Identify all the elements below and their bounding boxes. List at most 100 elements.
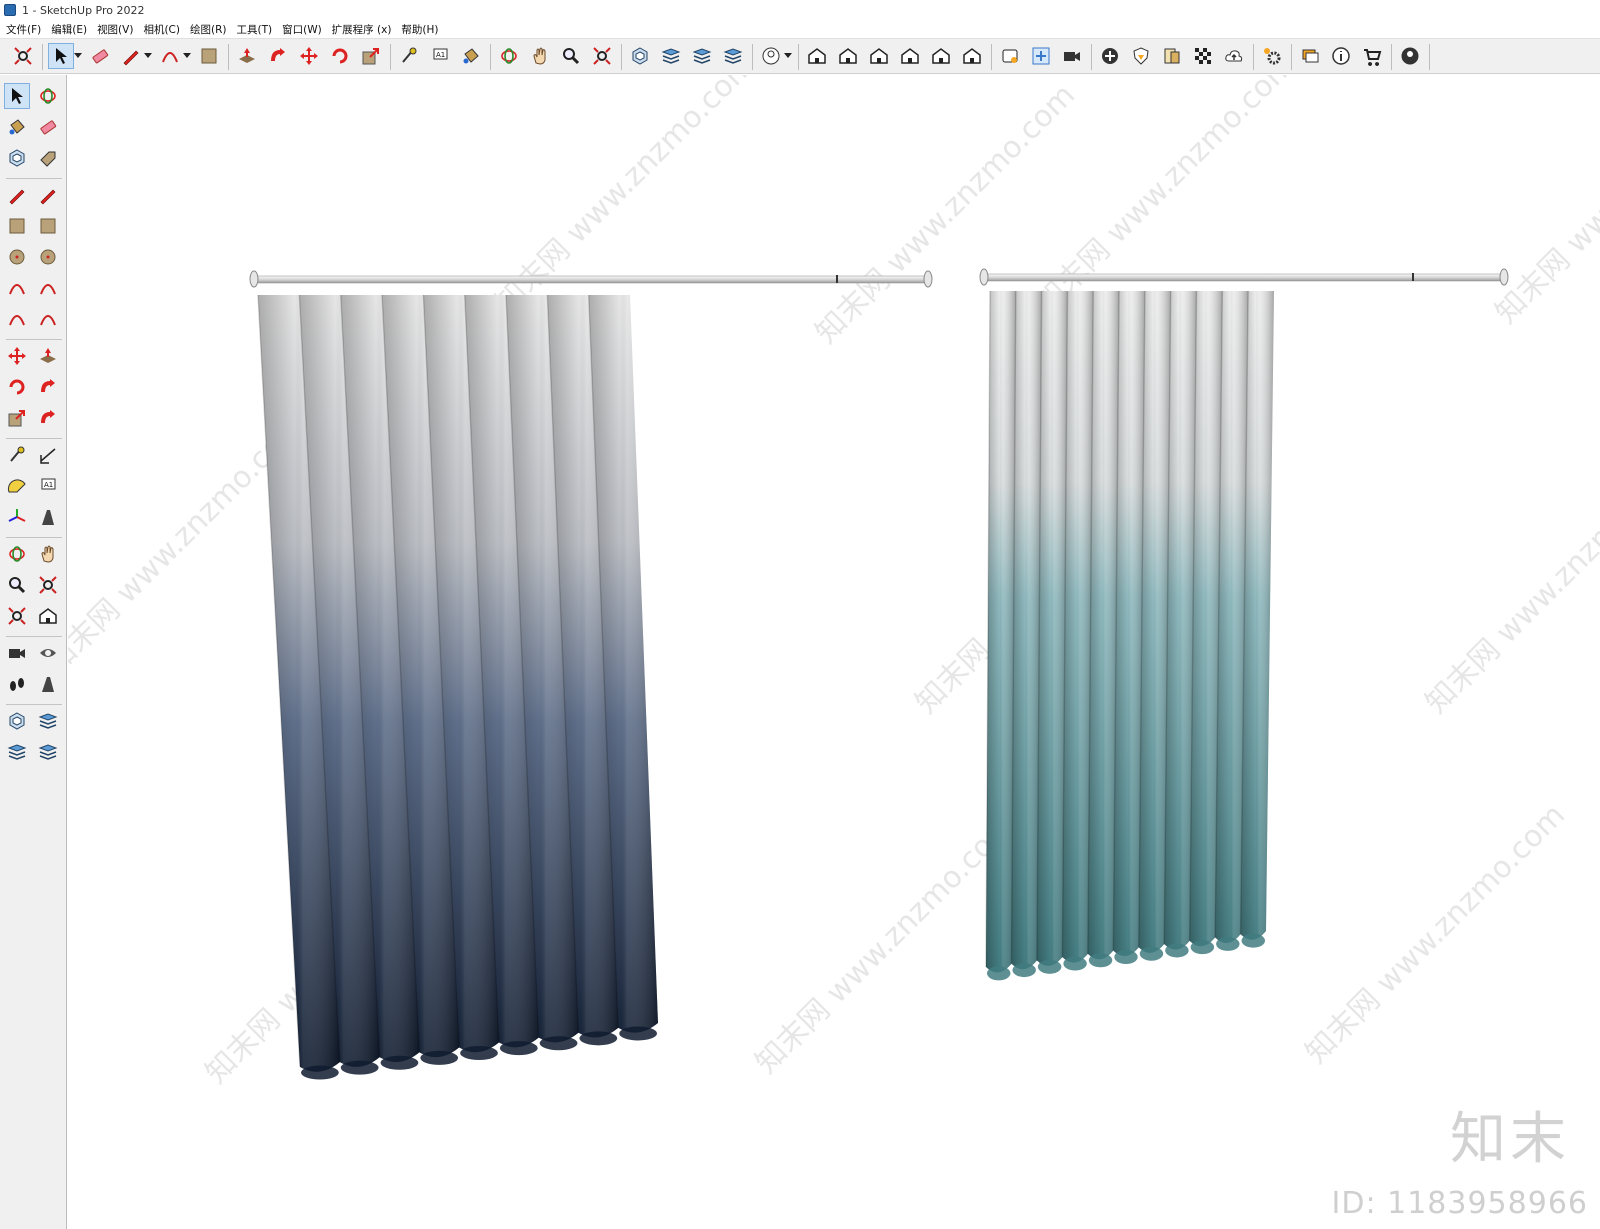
dropdown-arrow-icon[interactable] <box>183 53 191 58</box>
toolbar-pan-button[interactable] <box>527 43 553 69</box>
left-toolbar-zoom-window-button[interactable] <box>35 572 61 598</box>
left-toolbar-circle-button[interactable] <box>4 244 30 270</box>
toolbar-cart-button[interactable] <box>1359 43 1385 69</box>
toolbar-zoom-button[interactable] <box>558 43 584 69</box>
left-toolbar-axes-button[interactable] <box>4 504 30 530</box>
toolbar-tags-button[interactable] <box>720 43 746 69</box>
toolbar-front-view-button[interactable] <box>866 43 892 69</box>
toolbar-warehouse-button[interactable] <box>997 43 1023 69</box>
left-toolbar-eraser-button[interactable] <box>35 114 61 140</box>
left-toolbar-layer-stack-button[interactable] <box>4 739 30 765</box>
left-toolbar-protractor-button[interactable] <box>4 473 30 499</box>
left-toolbar-sandbox-button[interactable] <box>4 708 30 734</box>
toolbar-account-button[interactable] <box>1397 43 1423 69</box>
left-toolbar-text-button[interactable]: A1 <box>35 473 61 499</box>
menu-item-7[interactable]: 扩展程序 (x) <box>327 22 397 37</box>
left-toolbar-dimension-button[interactable] <box>35 442 61 468</box>
left-toolbar-offset-button[interactable] <box>35 405 61 431</box>
toolbar-orbit-button[interactable] <box>496 43 522 69</box>
toolbar-camera-record-button[interactable] <box>1059 43 1085 69</box>
left-toolbar-walk-button[interactable] <box>4 671 30 697</box>
menu-item-3[interactable]: 相机(C) <box>138 22 185 37</box>
menu-item-8[interactable]: 帮助(H) <box>396 22 443 37</box>
menu-item-1[interactable]: 编辑(E) <box>46 22 92 37</box>
menu-item-5[interactable]: 工具(T) <box>231 22 277 37</box>
scene-canvas[interactable]: 知末网 www.znzmo.com 知末网 www.znzmo.com 知末网 ww… <box>68 75 1600 1229</box>
teal-gradient-curtain[interactable] <box>979 268 1509 981</box>
toolbar-back-view-button[interactable] <box>928 43 954 69</box>
dropdown-arrow-icon[interactable] <box>74 53 82 58</box>
toolbar-push-pull-button[interactable] <box>234 43 260 69</box>
left-toolbar-orbit-button[interactable] <box>35 83 61 109</box>
blue-gradient-curtain[interactable] <box>249 270 933 1080</box>
toolbar-cloud-upload-button[interactable] <box>1221 43 1247 69</box>
toolbar-materials-button[interactable] <box>1159 43 1185 69</box>
menu-item-6[interactable]: 窗口(W) <box>277 22 327 37</box>
toolbar-shield-button[interactable] <box>1128 43 1154 69</box>
toolbar-follow-me-button[interactable] <box>265 43 291 69</box>
toolbar-settings-button[interactable] <box>1259 43 1285 69</box>
toolbar-select-button[interactable] <box>48 43 74 69</box>
left-toolbar-arc-button[interactable] <box>4 275 30 301</box>
left-toolbar-select-button[interactable] <box>4 83 30 109</box>
modeling-viewport[interactable]: 知末网 www.znzmo.com 知末网 www.znzmo.com 知末网 ww… <box>68 75 1600 1229</box>
toolbar-user-profile-button[interactable] <box>758 43 784 69</box>
left-toolbar-rectangle-button[interactable] <box>4 213 30 239</box>
toolbar-layers-button[interactable] <box>658 43 684 69</box>
left-toolbar-three-point-arc-button[interactable] <box>4 306 30 332</box>
toolbar-layer-stack-button[interactable] <box>689 43 715 69</box>
toolbar-sandbox-button[interactable] <box>627 43 653 69</box>
toolbar-extension-manager-button[interactable] <box>1028 43 1054 69</box>
left-toolbar-zoom-extents-button[interactable] <box>4 603 30 629</box>
toolbar-zoom-extents-button[interactable] <box>10 43 36 69</box>
left-toolbar-move-button[interactable] <box>4 343 30 369</box>
toolbar-tape-measure-button[interactable] <box>396 43 422 69</box>
left-toolbar-freehand-button[interactable] <box>35 182 61 208</box>
dropdown-arrow-icon[interactable] <box>144 53 152 58</box>
toolbar-text-label-button[interactable]: A1 <box>427 43 453 69</box>
menu-item-0[interactable]: 文件(F) <box>0 22 46 37</box>
left-toolbar-scale-button[interactable] <box>4 405 30 431</box>
left-toolbar-rotated-rectangle-button[interactable] <box>35 213 61 239</box>
left-toolbar-tag-button[interactable] <box>35 145 61 171</box>
toolbar-rotate-button[interactable] <box>327 43 353 69</box>
left-toolbar-paint-bucket-button[interactable] <box>4 114 30 140</box>
left-toolbar-layers-button[interactable] <box>35 708 61 734</box>
toolbar-top-view-button[interactable] <box>835 43 861 69</box>
toolbar-paint-bucket-button[interactable] <box>458 43 484 69</box>
toolbar-add-location-button[interactable] <box>1097 43 1123 69</box>
left-toolbar-section-cut-button[interactable] <box>35 671 61 697</box>
toolbar-left-view-button[interactable] <box>959 43 985 69</box>
left-toolbar-position-camera-button[interactable] <box>4 640 30 666</box>
left-toolbar-pan-button[interactable] <box>35 541 61 567</box>
left-toolbar-tape-measure-button[interactable] <box>4 442 30 468</box>
left-toolbar-rotate-button[interactable] <box>4 374 30 400</box>
curtain-rod[interactable] <box>253 275 929 284</box>
toolbar-info-button[interactable] <box>1328 43 1354 69</box>
dropdown-arrow-icon[interactable] <box>784 53 792 58</box>
menu-item-4[interactable]: 绘图(R) <box>185 22 232 37</box>
left-toolbar-tags-button[interactable] <box>35 739 61 765</box>
left-toolbar-polygon-button[interactable] <box>35 244 61 270</box>
toolbar-pencil-line-button[interactable] <box>118 43 144 69</box>
left-toolbar-follow-me-button[interactable] <box>35 374 61 400</box>
left-toolbar-section-plane-button[interactable] <box>35 504 61 530</box>
toolbar-eraser-button[interactable] <box>87 43 113 69</box>
toolbar-zoom-extents-button[interactable] <box>589 43 615 69</box>
left-toolbar-orbit-button[interactable] <box>4 541 30 567</box>
left-toolbar-pencil-line-button[interactable] <box>4 182 30 208</box>
toolbar-arc-button[interactable] <box>157 43 183 69</box>
toolbar-scale-button[interactable] <box>358 43 384 69</box>
toolbar-chat-button[interactable] <box>1297 43 1323 69</box>
left-toolbar-push-pull-button[interactable] <box>35 343 61 369</box>
left-toolbar-previous-view-button[interactable] <box>35 603 61 629</box>
toolbar-rectangle-button[interactable] <box>196 43 222 69</box>
left-toolbar-two-point-arc-button[interactable] <box>35 275 61 301</box>
toolbar-move-button[interactable] <box>296 43 322 69</box>
left-toolbar-zoom-button[interactable] <box>4 572 30 598</box>
left-toolbar-component-button[interactable] <box>4 145 30 171</box>
curtain-rod[interactable] <box>983 273 1505 282</box>
toolbar-checker-button[interactable] <box>1190 43 1216 69</box>
left-toolbar-look-around-button[interactable] <box>35 640 61 666</box>
toolbar-right-view-button[interactable] <box>897 43 923 69</box>
